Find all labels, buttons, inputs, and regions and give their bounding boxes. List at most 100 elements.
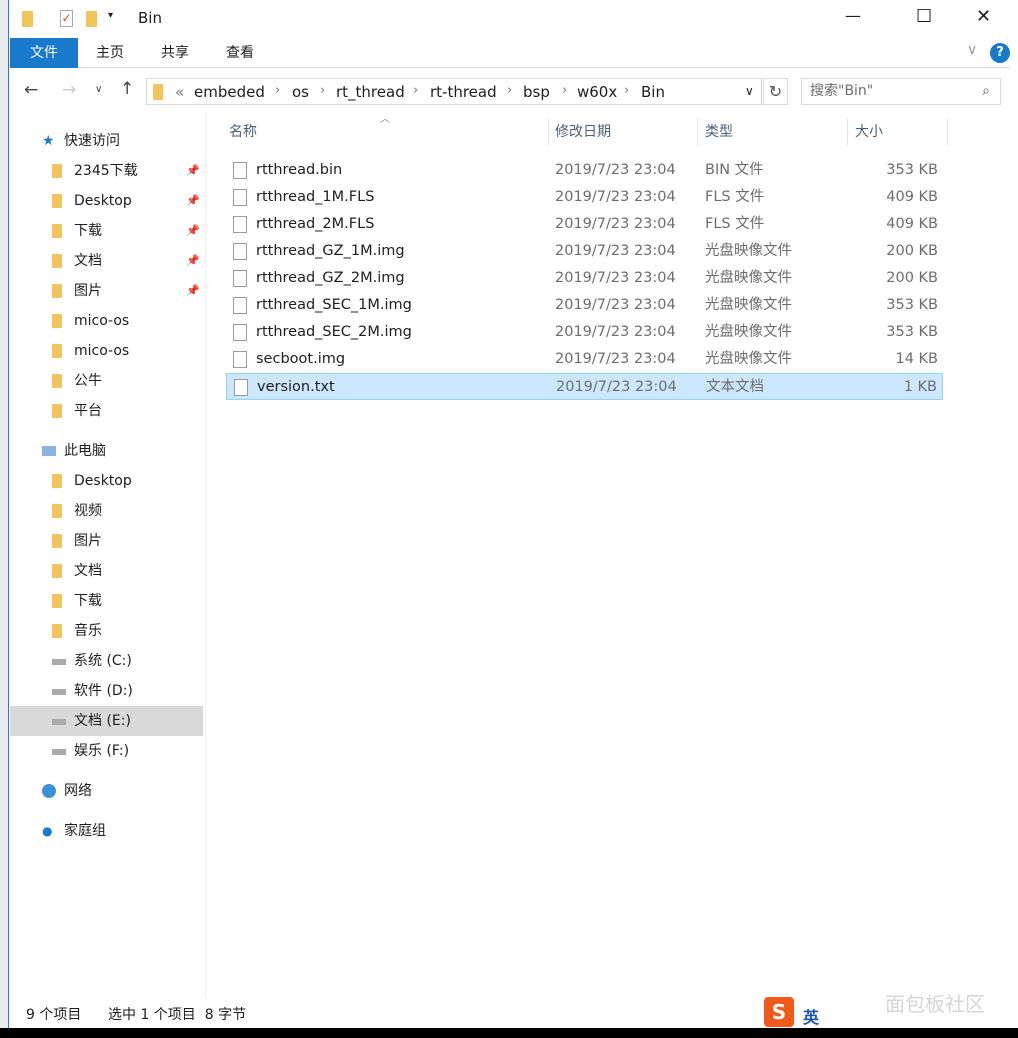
file-icon (233, 189, 247, 206)
pin-icon[interactable]: 📌 (186, 186, 200, 216)
file-row[interactable]: rtthread_SEC_1M.img 2019/7/23 23:04 光盘映像文件… (226, 292, 943, 319)
sidebar-item[interactable]: mico-os (10, 336, 203, 366)
search-icon[interactable]: ⌕ (982, 79, 990, 104)
sogou-ime-icon[interactable]: S (764, 997, 794, 1027)
sidebar-item[interactable]: 软件 (D:) (10, 676, 203, 706)
crumb-bsp[interactable]: bsp (523, 83, 550, 101)
file-row[interactable]: rtthread_GZ_1M.img 2019/7/23 23:04 光盘映像文件 2… (226, 238, 943, 265)
folder-icon (52, 164, 62, 178)
sidebar-item[interactable]: 文档 📌 (10, 246, 203, 276)
sidebar-item[interactable]: 图片 (10, 526, 203, 556)
sidebar-item[interactable]: 平台 (10, 396, 203, 426)
folder-icon (52, 374, 62, 388)
folder-icon (52, 564, 62, 578)
sidebar-this-pc[interactable]: 此电脑 (10, 436, 203, 466)
new-folder-icon[interactable] (86, 11, 97, 27)
crumb-os[interactable]: os (292, 83, 309, 101)
search-placeholder: 搜索"Bin" (810, 83, 874, 99)
sidebar-item[interactable]: 下载 📌 (10, 216, 203, 246)
expand-ribbon-icon[interactable]: ∨ (967, 42, 977, 58)
pin-icon[interactable]: 📌 (186, 246, 200, 276)
column-header-name[interactable]: 名称 (229, 118, 257, 146)
folder-icon (153, 84, 163, 100)
title-bar: ✓ ▾ Bin — ☐ ✕ (10, 0, 1010, 38)
sidebar-item[interactable]: 下载 (10, 586, 203, 616)
file-row[interactable]: rtthread_1M.FLS 2019/7/23 23:04 FLS 文件 409 … (226, 184, 943, 211)
sidebar-item[interactable]: 文档 (E:) (10, 706, 203, 736)
tab-home[interactable]: 主页 (82, 38, 138, 68)
sidebar-item[interactable]: 娱乐 (F:) (10, 736, 203, 766)
tab-view[interactable]: 查看 (212, 38, 268, 68)
file-row[interactable]: rtthread_SEC_2M.img 2019/7/23 23:04 光盘映像文件… (226, 319, 943, 346)
watermark: 面包板社区 (885, 992, 985, 1016)
overflow-crumb[interactable]: « (175, 83, 184, 101)
tab-share[interactable]: 共享 (147, 38, 203, 68)
file-icon (233, 270, 247, 287)
sidebar-homegroup[interactable]: ● 家庭组 (10, 816, 203, 846)
computer-icon (42, 446, 56, 456)
file-icon (233, 162, 247, 179)
ime-language-toggle[interactable]: 英 (803, 1004, 819, 1028)
folder-icon (22, 11, 33, 27)
sort-ascending-icon: ︿ (380, 114, 390, 125)
desktop-background (0, 0, 8, 1028)
sidebar-item[interactable]: Desktop (10, 466, 203, 496)
column-header-date[interactable]: 修改日期 (555, 118, 611, 146)
folder-icon (52, 534, 62, 548)
sidebar-item[interactable]: 2345下载 📌 (10, 156, 203, 186)
folder-icon (52, 314, 62, 328)
search-input[interactable]: 搜索"Bin" ⌕ (801, 78, 1001, 105)
crumb-embeded[interactable]: embeded (194, 83, 265, 101)
forward-button[interactable]: → (62, 80, 76, 100)
sidebar-item[interactable]: 视频 (10, 496, 203, 526)
item-count: 9 个项目 (26, 1007, 82, 1023)
file-row[interactable]: rtthread_2M.FLS 2019/7/23 23:04 FLS 文件 409 … (226, 211, 943, 238)
folder-icon (52, 504, 62, 518)
pin-icon[interactable]: 📌 (186, 156, 200, 186)
folder-icon (52, 404, 62, 418)
star-icon: ★ (42, 133, 55, 149)
file-icon (234, 379, 248, 396)
properties-icon[interactable]: ✓ (60, 10, 73, 27)
column-header-type[interactable]: 类型 (705, 118, 733, 146)
status-bar: 9 个项目 选中 1 个项目 8 字节 (26, 1005, 246, 1025)
sidebar-item[interactable]: 图片 📌 (10, 276, 203, 306)
crumb-bin[interactable]: Bin (641, 83, 665, 101)
file-row[interactable]: rtthread_GZ_2M.img 2019/7/23 23:04 光盘映像文件 2… (226, 265, 943, 292)
help-icon[interactable]: ? (990, 43, 1010, 63)
sidebar-item[interactable]: mico-os (10, 306, 203, 336)
crumb-rt-thread[interactable]: rt-thread (430, 83, 497, 101)
pin-icon[interactable]: 📌 (186, 216, 200, 246)
maximize-button[interactable]: ☐ (916, 6, 932, 27)
quick-access-dropdown-icon[interactable]: ▾ (108, 10, 113, 21)
folder-icon (52, 474, 62, 488)
sidebar-item[interactable]: 系统 (C:) (10, 646, 203, 676)
folder-icon (52, 254, 62, 268)
address-bar[interactable]: « embeded › os › rt_thread › rt-thread ›… (146, 78, 762, 105)
close-button[interactable]: ✕ (976, 6, 991, 27)
taskbar-edge (0, 1028, 1018, 1038)
back-button[interactable]: ← (24, 80, 38, 100)
tab-file[interactable]: 文件 (10, 38, 78, 68)
file-row[interactable]: rtthread.bin 2019/7/23 23:04 BIN 文件 353 KB (226, 157, 943, 184)
minimize-button[interactable]: — (845, 6, 861, 25)
sidebar-item[interactable]: 公牛 (10, 366, 203, 396)
crumb-rt_thread[interactable]: rt_thread (336, 83, 405, 101)
recent-locations-icon[interactable]: ∨ (95, 84, 102, 95)
crumb-w60x[interactable]: w60x (577, 83, 617, 101)
selection-info: 选中 1 个项目 8 字节 (108, 1007, 247, 1023)
up-button[interactable]: ↑ (120, 79, 134, 99)
sidebar-item[interactable]: Desktop 📌 (10, 186, 203, 216)
sidebar-item[interactable]: 文档 (10, 556, 203, 586)
sidebar-item[interactable]: 音乐 (10, 616, 203, 646)
sidebar-quick-access[interactable]: ★ 快速访问 (10, 126, 203, 156)
address-dropdown-icon[interactable]: ∨ (745, 84, 754, 98)
file-icon (233, 216, 247, 233)
column-header-size[interactable]: 大小 (855, 118, 883, 146)
refresh-button[interactable]: ↻ (763, 78, 788, 105)
file-row[interactable]: version.txt 2019/7/23 23:04 文本文档 1 KB (226, 373, 943, 400)
sidebar-network[interactable]: 网络 (10, 776, 203, 806)
file-row[interactable]: secboot.img 2019/7/23 23:04 光盘映像文件 14 KB (226, 346, 943, 373)
file-icon (233, 297, 247, 314)
pin-icon[interactable]: 📌 (186, 276, 200, 306)
